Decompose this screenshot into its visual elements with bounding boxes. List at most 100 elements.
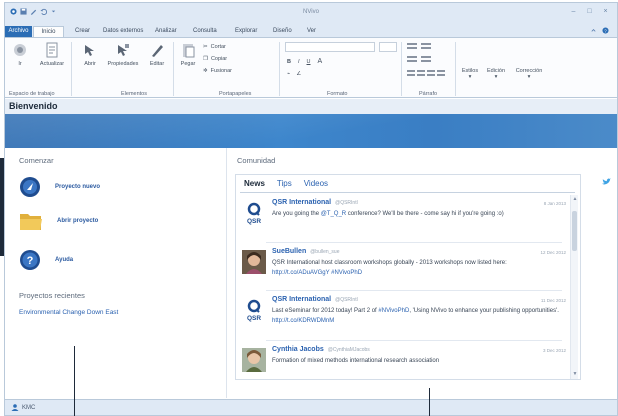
minimize-icon[interactable]: –: [570, 8, 577, 15]
font-size-select[interactable]: [379, 42, 397, 52]
scroll-up-icon[interactable]: ▲: [571, 196, 579, 202]
group-label-paragraph: Párrafo: [419, 91, 438, 97]
post-link[interactable]: #NVivoPhD: [378, 308, 409, 314]
proofing-button[interactable]: Corrección ▾: [511, 68, 547, 80]
post-author-name[interactable]: SueBullen: [272, 248, 306, 255]
merge-button[interactable]: ✲ Fusionar: [203, 68, 232, 74]
tab-explorar[interactable]: Explorar: [235, 26, 257, 37]
scissors-icon: ✂: [203, 44, 208, 50]
eraser-icon[interactable]: ∠: [296, 71, 301, 77]
post-author-name[interactable]: Cynthia Jacobs: [272, 346, 324, 353]
copy-icon: ❐: [203, 56, 208, 62]
post-date: 12 Dec 2012: [540, 250, 566, 255]
scroll-thumb[interactable]: [572, 211, 577, 251]
properties-icon: [118, 44, 129, 56]
editing-button[interactable]: Edición ▾: [483, 68, 509, 80]
dropdown-icon: ▾: [527, 74, 531, 80]
app-window: NVivo – □ × Archivo Inicio Crear Datos e…: [4, 2, 618, 416]
banner-sheen: [5, 114, 617, 148]
bold-button[interactable]: B: [287, 59, 291, 65]
tab-crear[interactable]: Crear: [75, 26, 90, 37]
highlight-icon[interactable]: ⌁: [287, 71, 290, 77]
collapse-ribbon-icon[interactable]: [590, 27, 597, 34]
tab-datos-externos[interactable]: Datos externos: [103, 26, 143, 37]
open-button[interactable]: Abrir: [79, 42, 101, 67]
merge-icon: ✲: [203, 68, 208, 74]
tab-videos[interactable]: Videos: [304, 179, 328, 188]
font-color-button[interactable]: A: [318, 58, 323, 65]
styles-button[interactable]: Estilos ▾: [459, 68, 481, 80]
feed-posts: QSR QSR International @QSRIntl 8 Jan 2013…: [236, 195, 568, 379]
copy-label: Copiar: [210, 56, 228, 62]
scroll-down-icon[interactable]: ▼: [571, 371, 579, 377]
tab-consulta[interactable]: Consulta: [193, 26, 217, 37]
twitter-icon[interactable]: [602, 178, 611, 186]
new-project-label[interactable]: Proyecto nuevo: [55, 184, 100, 190]
qsr-logo-icon: QSR: [247, 202, 261, 225]
feed-tab-divider: [240, 192, 575, 193]
post-text-part: Are you going the: [272, 211, 321, 217]
help-item[interactable]: ? Ayuda: [19, 249, 73, 271]
copy-button[interactable]: ❐ Copiar: [203, 56, 227, 62]
window-controls: – □ ×: [570, 8, 609, 15]
feed-scrollbar[interactable]: ▲ ▼: [570, 195, 578, 379]
paragraph-icons[interactable]: [407, 43, 447, 83]
tab-news[interactable]: News: [244, 179, 265, 188]
post-handle: @QSRIntl: [335, 200, 358, 206]
open-icon: [85, 45, 94, 56]
post-link[interactable]: http://t.co/KDRWDMnM: [272, 318, 334, 324]
tab-analizar[interactable]: Analizar: [155, 26, 177, 37]
status-user-label: KMC: [22, 404, 36, 411]
tab-ver[interactable]: Ver: [307, 26, 316, 37]
page-title: Bienvenido: [9, 101, 58, 111]
properties-button[interactable]: Propiedades: [103, 42, 143, 67]
go-icon: [14, 44, 26, 56]
font-name-select[interactable]: [285, 42, 375, 52]
post-author[interactable]: SueBullen @bullen_sue: [272, 248, 340, 255]
post-author-name[interactable]: QSR International: [272, 199, 331, 206]
new-project-item[interactable]: Proyecto nuevo: [19, 176, 100, 198]
refresh-icon: [46, 42, 58, 58]
help-label[interactable]: Ayuda: [55, 257, 73, 263]
post-author-name[interactable]: QSR International: [272, 296, 331, 303]
post-separator: [266, 242, 562, 243]
feed-post: QSR QSR International @QSRIntl 11 Dec 201…: [240, 296, 568, 336]
post-link[interactable]: http://t.co/ADuAVGgY #NVivoPhD: [272, 270, 362, 276]
refresh-button[interactable]: Actualizar: [35, 42, 69, 67]
open-project-item[interactable]: Abrir proyecto: [19, 210, 98, 232]
paste-button[interactable]: Pegar: [177, 42, 199, 67]
post-author[interactable]: QSR International @QSRIntl: [272, 296, 358, 303]
open-project-label[interactable]: Abrir proyecto: [57, 218, 98, 224]
user-icon: [11, 404, 19, 411]
title-bar: NVivo – □ ×: [5, 3, 617, 25]
cut-label: Cortar: [210, 44, 226, 50]
maximize-icon[interactable]: □: [586, 8, 593, 15]
tab-inicio[interactable]: Inicio: [33, 26, 64, 37]
cut-button[interactable]: ✂ Cortar: [203, 44, 226, 50]
tab-tips[interactable]: Tips: [277, 179, 292, 188]
close-icon[interactable]: ×: [602, 8, 609, 15]
post-author[interactable]: Cynthia Jacobs @CynthiaMJacobs: [272, 346, 370, 353]
recent-projects-title: Proyectos recientes: [19, 291, 85, 300]
post-handle: @bullen_sue: [310, 249, 340, 255]
go-button[interactable]: Ir: [9, 42, 31, 67]
start-panel: Comenzar Proyecto nuevo Abrir proyecto ?…: [5, 148, 227, 398]
edit-button[interactable]: Editar: [145, 42, 169, 67]
window-title: NVivo: [303, 9, 319, 15]
ribbon: Ir Actualizar Espacio de trabajo Abrir P…: [5, 37, 617, 98]
feed-post: QSR QSR International @QSRIntl 8 Jan 2013…: [240, 199, 568, 239]
italic-button[interactable]: I: [298, 59, 300, 65]
community-panel: Comunidad News Tips Videos QSR QSR Inter…: [229, 148, 617, 398]
paste-icon: [183, 44, 195, 58]
ribbon-tabs: Archivo Inicio Crear Datos externos Anal…: [5, 25, 617, 37]
tab-diseno[interactable]: Diseño: [273, 26, 292, 37]
post-author[interactable]: QSR International @QSRIntl: [272, 199, 358, 206]
tab-archivo[interactable]: Archivo: [5, 26, 32, 37]
help-small-icon[interactable]: ?: [602, 27, 609, 34]
post-link[interactable]: @T_Q_R: [321, 211, 346, 217]
callout-line-start: [74, 346, 75, 416]
recent-project-link[interactable]: Environmental Change Down East: [19, 309, 118, 316]
post-text: Are you going the @T_Q_R conference? We'…: [272, 209, 564, 219]
underline-button[interactable]: U: [307, 59, 311, 65]
paste-label: Pegar: [180, 61, 196, 67]
